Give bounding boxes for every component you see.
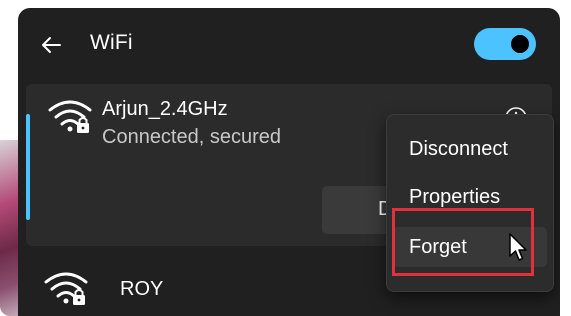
- wifi-secured-icon: [44, 272, 88, 305]
- back-button[interactable]: [36, 30, 66, 60]
- network-status: Connected, secured: [102, 126, 282, 148]
- page-title: WiFi: [90, 31, 133, 54]
- network-name: Arjun_2.4GHz: [102, 98, 228, 120]
- context-menu: Disconnect Properties Forget: [386, 114, 554, 292]
- panel-header: WiFi: [18, 8, 560, 76]
- arrow-left-icon: [42, 37, 61, 53]
- mouse-cursor-icon: [509, 233, 527, 261]
- menu-item-disconnect[interactable]: Disconnect: [393, 129, 547, 169]
- active-indicator: [26, 114, 30, 220]
- wifi-toggle[interactable]: [474, 28, 536, 60]
- network-list-item[interactable]: ROY: [44, 270, 344, 310]
- menu-item-properties[interactable]: Properties: [393, 177, 547, 217]
- toggle-knob: [511, 35, 529, 53]
- screenshot-frame: WiFi Arjun_2.4GHz Connected, secured ROY…: [0, 0, 571, 316]
- wifi-secured-icon: [48, 100, 92, 133]
- network-name: ROY: [120, 278, 164, 300]
- wifi-quick-settings-panel: WiFi Arjun_2.4GHz Connected, secured ROY…: [18, 8, 560, 316]
